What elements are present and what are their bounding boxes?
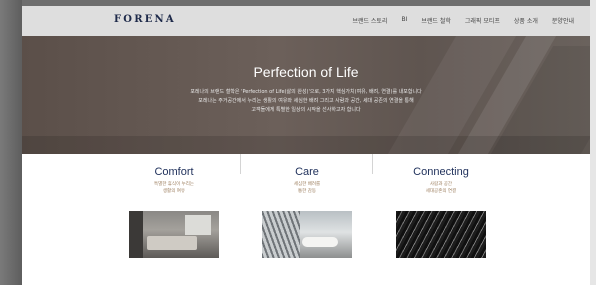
feature-desc-line: 세대공존의 연결 <box>425 189 457 194</box>
left-background-strip <box>0 0 22 285</box>
section-divider <box>240 154 241 174</box>
hero-description-line: 포레나의 브랜드 철학은 'Perfection of Life(삶의 완성)'… <box>190 89 422 95</box>
feature-title: Care <box>295 166 319 178</box>
nav-item-brand-story[interactable]: 브랜드 스토리 <box>352 16 387 25</box>
section-divider <box>372 154 373 174</box>
nav-item-bi[interactable]: BI <box>401 16 407 25</box>
hero-banner: Perfection of Life 포레나의 브랜드 철학은 'Perfect… <box>22 36 590 154</box>
hero-description-line: 포레나는 주거공간에서 누리는 생활의 여유와 세심한 배려 그리고 사람과 공… <box>198 98 414 104</box>
image-line-pattern <box>396 211 486 258</box>
image-sofa <box>147 236 197 250</box>
main-nav: 브랜드 스토리 BI 브랜드 철학 그래픽 모티프 상품 소개 분양안내 <box>352 16 574 25</box>
image-blinds <box>262 211 300 258</box>
hero-description: 포레나의 브랜드 철학은 'Perfection of Life(삶의 완성)'… <box>22 88 590 115</box>
comfort-living-room-image[interactable] <box>129 211 219 258</box>
feature-desc-line: 특별한 휴식이 누리는 <box>153 182 195 187</box>
feature-desc-line: 생활의 여유 <box>162 189 186 194</box>
image-window <box>185 215 211 235</box>
nav-item-products[interactable]: 상품 소개 <box>514 16 538 25</box>
connecting-pattern-image[interactable] <box>396 211 486 258</box>
care-bathroom-image[interactable] <box>262 211 352 258</box>
right-background-strip <box>590 0 596 285</box>
hero-description-line: 고객들에게 특별한 일상의 시작을 선사하고자 합니다 <box>251 107 361 113</box>
hero-floor-shade <box>22 136 590 154</box>
feature-desc-line: 사람과 공간 <box>429 182 453 187</box>
nav-item-sales-info[interactable]: 분양안내 <box>552 16 574 25</box>
image-bathtub <box>302 237 338 247</box>
feature-description: 사람과 공간 세대공존의 연결 <box>381 181 501 195</box>
feature-title: Connecting <box>413 166 469 178</box>
feature-desc-line: 세심한 배려를 <box>293 182 321 187</box>
page-container: FORENA 브랜드 스토리 BI 브랜드 철학 그래픽 모티프 상품 소개 분… <box>22 6 590 285</box>
feature-title: Comfort <box>154 166 194 178</box>
feature-connecting: Connecting 사람과 공간 세대공존의 연결 <box>381 166 501 195</box>
nav-item-brand-philosophy[interactable]: 브랜드 철학 <box>421 16 451 25</box>
feature-description: 특별한 휴식이 누리는 생활의 여유 <box>114 181 234 195</box>
nav-item-graphic-motif[interactable]: 그래픽 모티프 <box>465 16 500 25</box>
feature-comfort: Comfort 특별한 휴식이 누리는 생활의 여유 <box>114 166 234 195</box>
feature-desc-line: 통한 감동 <box>298 189 316 194</box>
image-shade <box>129 211 143 258</box>
top-navigation-bar: FORENA 브랜드 스토리 BI 브랜드 철학 그래픽 모티프 상품 소개 분… <box>22 6 590 36</box>
forena-logo[interactable]: FORENA <box>114 14 176 25</box>
feature-care: Care 세심한 배려를 통한 감동 <box>247 166 367 195</box>
feature-description: 세심한 배려를 통한 감동 <box>247 181 367 195</box>
hero-title: Perfection of Life <box>253 64 359 80</box>
